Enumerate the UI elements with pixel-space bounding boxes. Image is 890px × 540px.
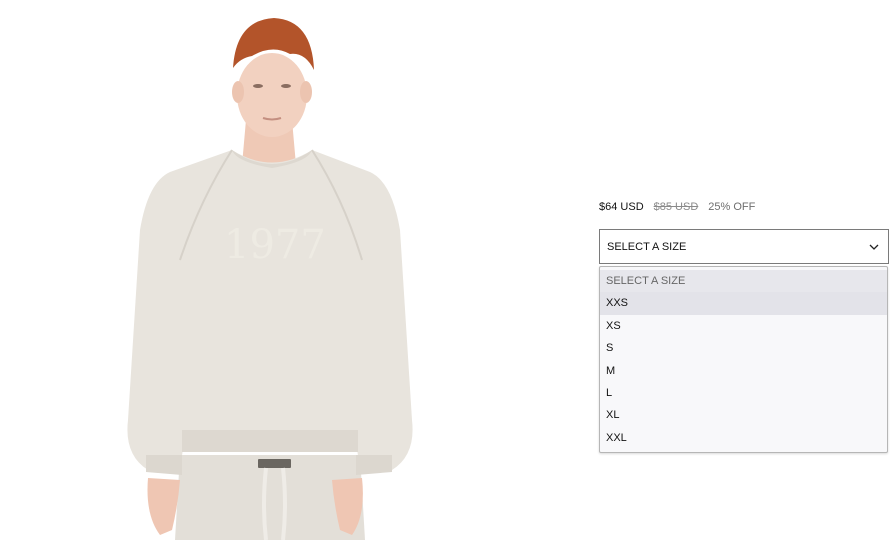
size-option-m[interactable]: M [600,360,887,382]
size-option-xxs[interactable]: XXS [600,292,887,315]
chevron-down-icon [869,244,879,250]
size-option-l[interactable]: L [600,382,887,404]
size-option-placeholder[interactable]: SELECT A SIZE [600,270,887,293]
size-select-value: SELECT A SIZE [607,240,687,253]
product-image: 1977 [0,0,560,540]
sweatshirt-graphic: 1977 [224,222,326,268]
price-current: $64 USD [599,201,644,213]
size-select[interactable]: SELECT A SIZE [599,229,889,264]
discount-badge: 25% OFF [708,201,756,213]
size-option-xl[interactable]: XL [600,404,887,426]
size-dropdown-list[interactable]: SELECT A SIZE XXS XS S M L XL XXL [599,266,888,453]
price-original: $85 USD [653,201,699,213]
size-option-s[interactable]: S [600,337,887,359]
size-option-xs[interactable]: XS [600,315,887,337]
price-row: $64 USD $85 USD 25% OFF [599,200,755,214]
size-option-xxl[interactable]: XXL [600,427,887,449]
